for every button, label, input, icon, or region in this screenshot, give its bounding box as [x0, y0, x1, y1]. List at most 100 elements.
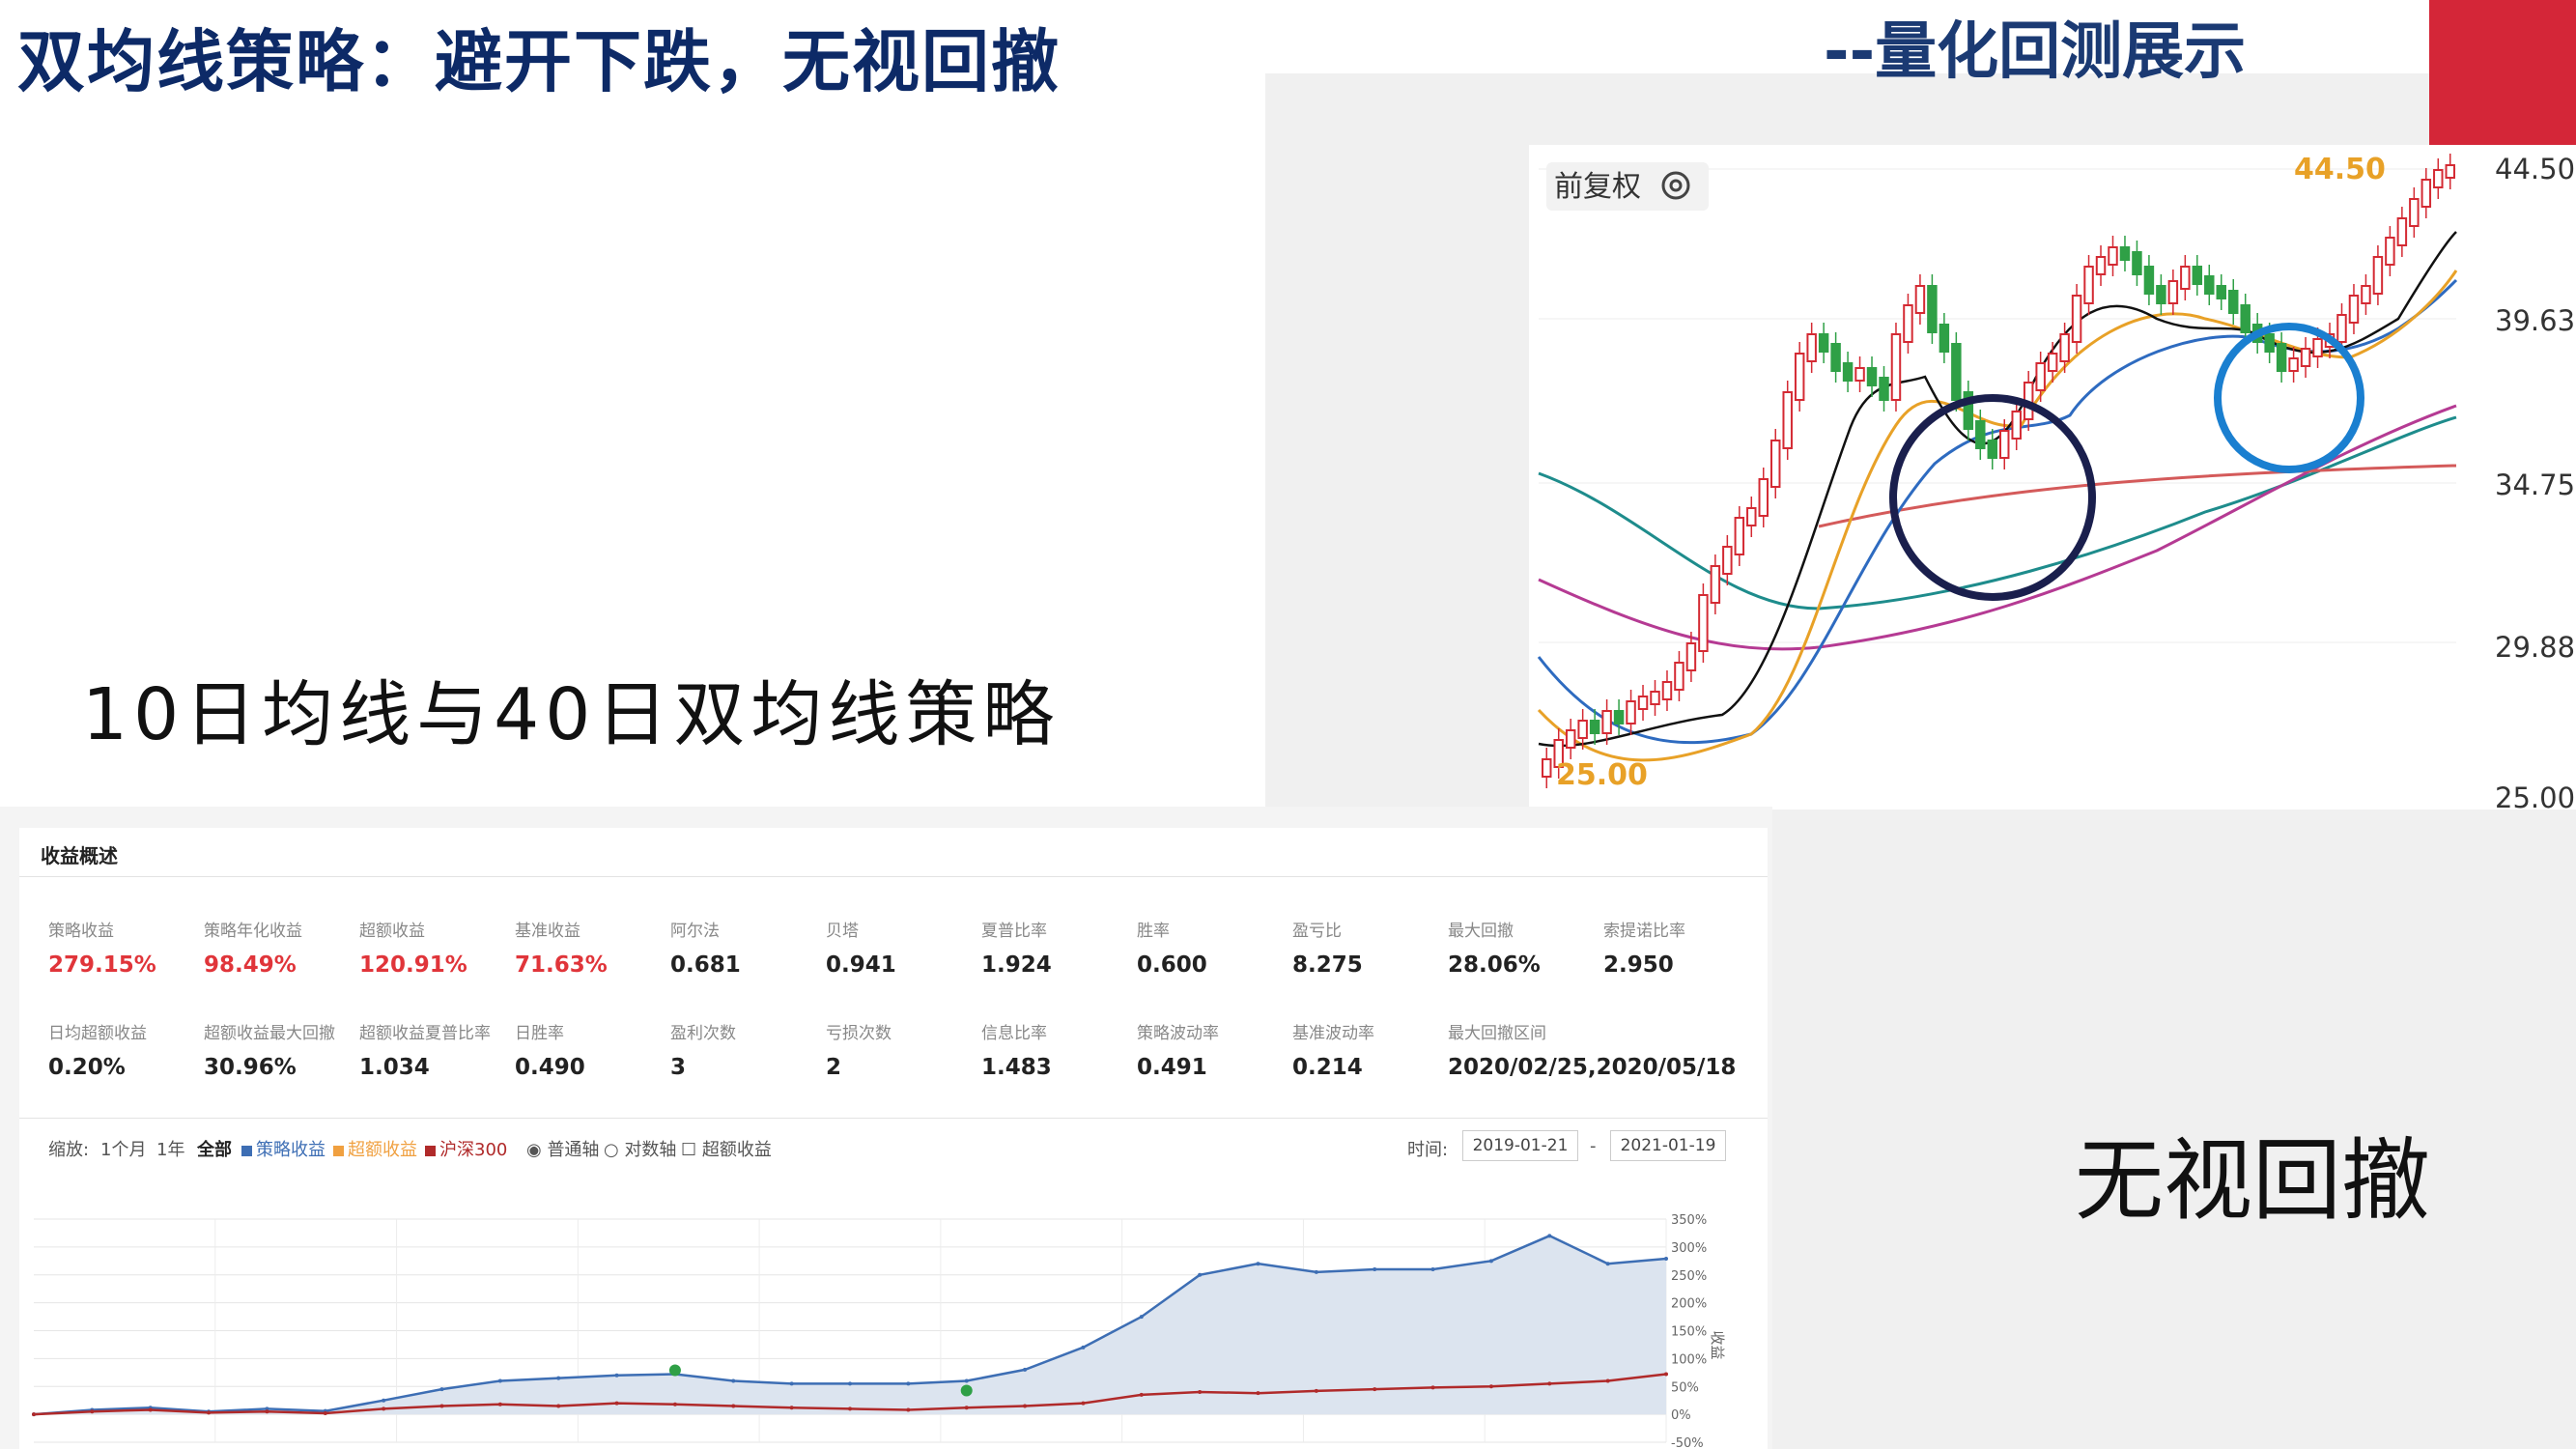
candle-body [2228, 290, 2239, 314]
candle-body [1734, 517, 1745, 555]
candle-body [1661, 681, 1673, 700]
candle-body [2095, 256, 2107, 275]
candle-body [1987, 440, 1997, 459]
candle-body [2336, 314, 2347, 343]
csi300-point [1488, 1384, 1493, 1389]
return-y-tick: 50% [1671, 1380, 1699, 1395]
csi300-point [614, 1401, 619, 1406]
low-price-label: 25.00 [1556, 758, 1648, 792]
csi300-point [789, 1406, 794, 1410]
csi300-point [1081, 1401, 1086, 1406]
candle-body [2071, 295, 2082, 343]
accent-block [2429, 0, 2576, 147]
strategy-point [1314, 1269, 1318, 1274]
candle-body [2385, 237, 2395, 266]
high-price-label: 44.50 [2294, 153, 2386, 186]
candle-body [2011, 411, 2022, 440]
candle-body [2240, 304, 2250, 333]
candle-body [1626, 700, 1636, 724]
csi300-point [1023, 1404, 1028, 1408]
candle-body [2372, 256, 2384, 295]
csi300-point [148, 1407, 153, 1412]
csi300-point [90, 1409, 95, 1414]
candle-body [1914, 285, 1926, 314]
strategy-point [1664, 1257, 1668, 1262]
candle-body [1746, 507, 1757, 526]
return-y-tick: 150% [1671, 1325, 1707, 1340]
candle-body [2167, 280, 2179, 304]
candle-body [1854, 367, 1865, 382]
candle-body [1951, 343, 1962, 401]
candle-body [1685, 642, 1697, 671]
candle-body [1674, 662, 1684, 691]
csi300-point [1139, 1392, 1144, 1397]
candle-body [1650, 691, 1660, 705]
candle-body [1806, 333, 1817, 362]
candle-body [2433, 169, 2444, 188]
csi300-point [323, 1410, 327, 1415]
candle-body [1903, 304, 1913, 343]
return-y-tick: 200% [1671, 1297, 1707, 1312]
candle-body [1770, 440, 1781, 488]
csi300-point [32, 1412, 36, 1417]
csi300-point [848, 1406, 852, 1411]
candle-body [1601, 710, 1612, 734]
price-axis: 44.50 39.63 34.75 29.88 25.00 [2495, 153, 2575, 810]
candle-body [2047, 353, 2058, 372]
kline-chart: 前复权 44.50 25.00 44.50 39.63 34.75 29.88 … [1537, 150, 2575, 810]
candle-body [2156, 285, 2166, 304]
candle-body [1975, 420, 1986, 449]
candle-body [1698, 594, 1709, 652]
strategy-point [731, 1378, 736, 1383]
strategy-point [789, 1381, 794, 1386]
candle-body [1710, 565, 1721, 604]
candle-body [2348, 295, 2360, 324]
strategy-point [1430, 1266, 1435, 1271]
candle-body [1842, 362, 1854, 382]
return-y-tick: 100% [1671, 1352, 1707, 1367]
candle-body [2361, 285, 2371, 304]
candle-body [2420, 179, 2432, 208]
candle-body [1782, 391, 1793, 449]
slide-subtitle: --量化回测展示 [1824, 16, 2247, 88]
csi300-point [1314, 1388, 1318, 1393]
candle-body [1927, 285, 1938, 333]
candle-body [1758, 478, 1769, 517]
candle-body [2445, 164, 2455, 179]
candle-body [2409, 198, 2420, 227]
candle-body [1722, 546, 1733, 575]
csi300-point [1664, 1372, 1668, 1377]
candle-body [1613, 710, 1625, 724]
price-tick: 39.63 [2495, 304, 2575, 337]
ignore-drawdown-label: 无视回撤 [2075, 1129, 2431, 1233]
candle-body [2204, 275, 2215, 295]
csi300-point [964, 1406, 969, 1410]
strategy-point [1081, 1345, 1086, 1350]
return-y-tick: -50% [1671, 1436, 1704, 1449]
kline-chart-panel: 前复权 44.50 25.00 44.50 39.63 34.75 29.88 … [1529, 145, 2576, 810]
candle-body [2132, 251, 2142, 275]
candle-body [2119, 246, 2131, 261]
performance-card: 收益概述 策略收益 279.15% 策略年化收益 98.49% 超额收益 120.91% 基… [19, 828, 1768, 1449]
candle-body [2396, 217, 2408, 246]
csi300-point [1605, 1378, 1610, 1383]
candle-body [2216, 285, 2226, 299]
candle-body [2312, 338, 2323, 357]
strategy-point [556, 1376, 561, 1380]
slide-title: 双均线策略：避开下跌，无视回撤 [17, 22, 1061, 101]
candle-body [2143, 266, 2155, 295]
candle-body [1577, 720, 1588, 739]
adjust-label: 前复权 [1554, 170, 1641, 204]
return-y-label: 收益 [1709, 1331, 1726, 1360]
price-tick: 29.88 [2495, 631, 2575, 664]
strategy-point [1198, 1272, 1203, 1277]
candle-body [1794, 353, 1805, 401]
candle-body [1589, 720, 1600, 734]
csi300-point [556, 1404, 561, 1408]
strategy-point [382, 1398, 386, 1403]
candle-body [2035, 362, 2046, 391]
strategy-point [1547, 1234, 1552, 1238]
performance-panel: 收益概述 策略收益 279.15% 策略年化收益 98.49% 超额收益 120.91% 基… [0, 807, 1772, 1449]
candle-body [2083, 266, 2094, 304]
candle-body [2192, 266, 2203, 285]
